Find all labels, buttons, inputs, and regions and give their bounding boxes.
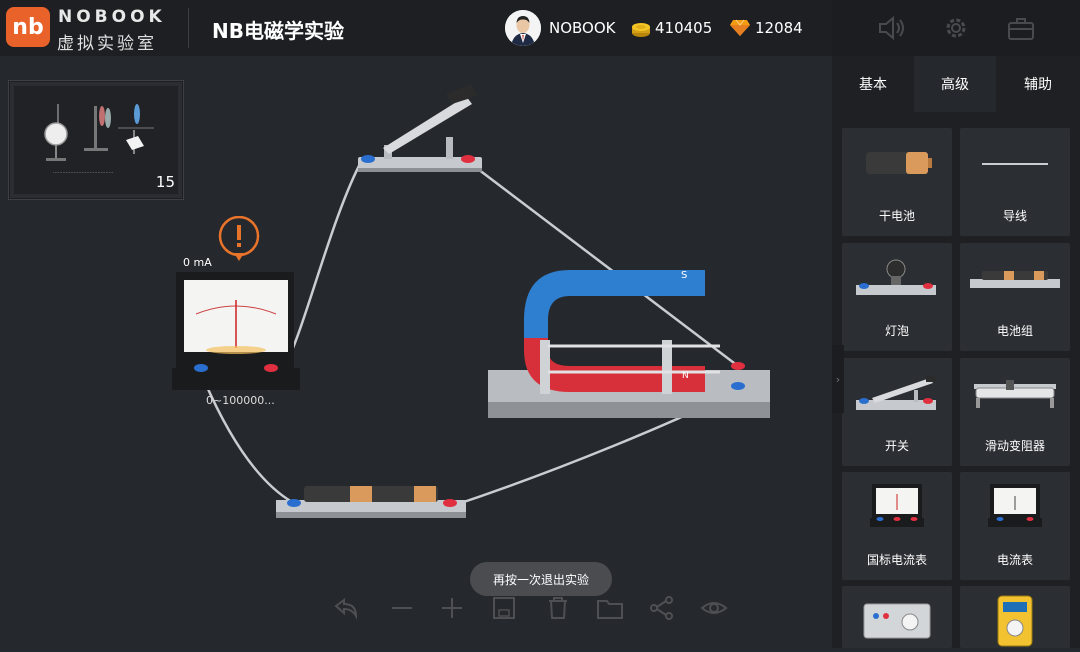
ammeter-range: 0~100000...: [206, 394, 275, 407]
battery-pack[interactable]: [276, 486, 466, 518]
component-label: 滑动变阻器: [984, 439, 1045, 453]
app-title: NB电磁学实验: [212, 19, 344, 43]
svg-text:N: N: [682, 371, 689, 381]
user-avatar-icon: [505, 10, 541, 46]
power-supply-icon: [863, 603, 931, 639]
minus-icon[interactable]: [388, 596, 416, 620]
save-icon[interactable]: [490, 596, 518, 620]
component-dry-battery[interactable]: 干电池: [842, 128, 952, 236]
brand-name-en: NOBOOK: [58, 7, 166, 27]
coin-balance: 410405: [655, 19, 713, 37]
battery-pack-icon: [970, 271, 1060, 288]
component-wire[interactable]: 导线: [960, 128, 1070, 236]
eye-icon[interactable]: [700, 596, 728, 620]
header-divider: [188, 8, 189, 48]
wire-meter-switch[interactable]: [281, 159, 364, 371]
component-power-supply[interactable]: [842, 586, 952, 648]
tab-advanced[interactable]: 高级: [914, 56, 996, 112]
component-switch[interactable]: 开关: [842, 358, 952, 466]
ammeter[interactable]: [172, 272, 300, 390]
undo-icon[interactable]: [332, 596, 360, 620]
tab-basic[interactable]: 基本: [832, 56, 914, 112]
component-label: 干电池: [878, 209, 915, 223]
logo-mark: nb: [6, 7, 50, 47]
ammeter-reading: 0 mA: [183, 256, 212, 269]
component-rheostat[interactable]: 滑动变阻器: [960, 358, 1070, 466]
gem-icon: [730, 19, 750, 36]
multimeter-icon: [997, 595, 1033, 647]
svg-text:S: S: [681, 270, 687, 281]
speaker-icon[interactable]: [877, 14, 907, 42]
component-label: 电池组: [996, 324, 1033, 338]
bulb-icon: [856, 259, 936, 295]
wire-meter-battery[interactable]: [199, 372, 293, 504]
ammeter-icon: [988, 484, 1042, 527]
brand-name-cn: 虚拟实验室: [57, 34, 157, 54]
add-icon[interactable]: [438, 596, 466, 620]
knife-switch[interactable]: [358, 84, 482, 172]
gear-icon[interactable]: [942, 14, 970, 42]
chevron-right-icon: ›: [835, 372, 841, 386]
delete-icon[interactable]: [544, 596, 572, 620]
share-icon[interactable]: [648, 596, 676, 620]
avatar[interactable]: [505, 10, 541, 46]
component-label: 开关: [884, 439, 909, 453]
user-name[interactable]: NOBOOK: [549, 19, 616, 37]
wire-icon: [982, 163, 1048, 165]
exit-toast: 再按一次退出实验: [470, 562, 612, 596]
experiment-canvas[interactable]: S N: [0, 56, 832, 648]
panel-collapse-toggle[interactable]: ›: [832, 345, 844, 413]
rheostat-icon: [974, 380, 1056, 408]
component-multimeter[interactable]: [960, 586, 1070, 648]
gem-balance: 12084: [755, 19, 803, 37]
component-label: 电流表: [996, 553, 1033, 567]
warning-icon[interactable]: [218, 216, 260, 264]
toolbox-icon[interactable]: [1006, 14, 1036, 42]
component-label: 灯泡: [884, 324, 909, 338]
component-standard-ammeter[interactable]: 国标电流表: [842, 472, 952, 580]
component-label: 国标电流表: [866, 553, 927, 567]
coin-icon: [632, 23, 650, 37]
component-ammeter[interactable]: 电流表: [960, 472, 1070, 580]
horseshoe-magnet[interactable]: S N: [488, 270, 770, 418]
dry-battery-icon: [866, 152, 932, 174]
standard-ammeter-icon: [870, 484, 924, 527]
tab-auxiliary[interactable]: 辅助: [997, 56, 1079, 112]
component-battery-pack[interactable]: 电池组: [960, 243, 1070, 351]
wire-switch-coil[interactable]: [465, 159, 739, 367]
folder-icon[interactable]: [596, 596, 624, 620]
component-label: 导线: [1002, 209, 1027, 223]
switch-icon: [856, 376, 936, 410]
component-bulb[interactable]: 灯泡: [842, 243, 952, 351]
